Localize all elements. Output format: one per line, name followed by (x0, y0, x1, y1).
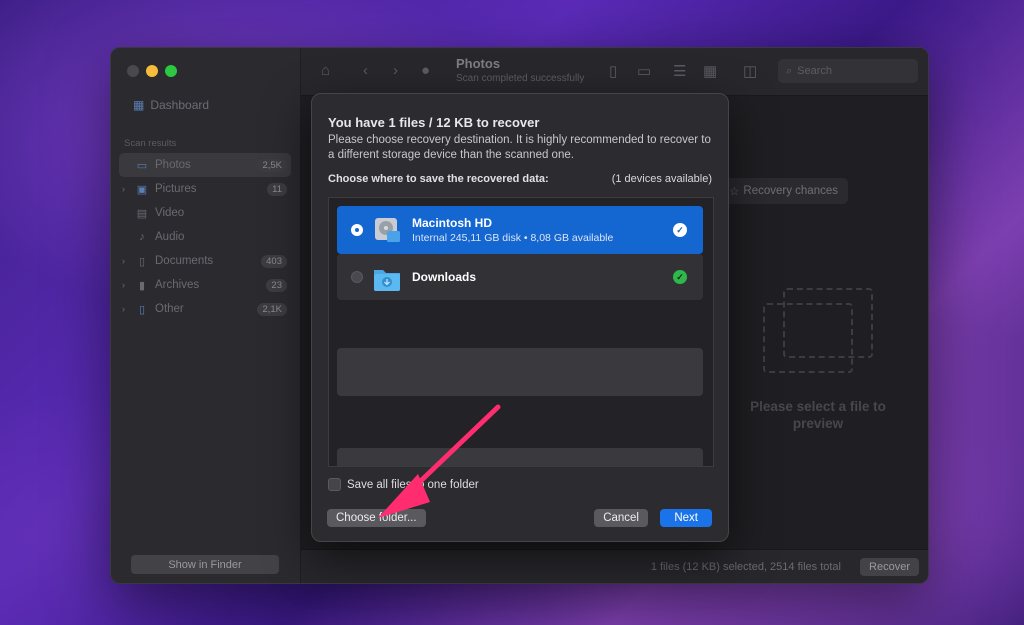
recovery-destination-dialog: You have 1 files / 12 KB to recover Plea… (311, 93, 729, 542)
grid-view-icon[interactable]: ▦ (703, 62, 717, 80)
sidebar-item-photos[interactable]: ▭ Photos 2,5K (119, 153, 291, 177)
dialog-title: You have 1 files / 12 KB to recover (328, 115, 540, 130)
choose-folder-button[interactable]: Choose folder... (327, 509, 426, 527)
item-count-badge: 2,5K (257, 158, 287, 172)
hard-drive-icon: ▭ (136, 159, 148, 172)
status-bar: 1 files (12 KB) selected, 2514 files tot… (301, 549, 928, 583)
toolbar-subtitle: Scan completed successfully (456, 73, 585, 84)
item-count-badge: 11 (267, 182, 287, 196)
show-in-finder-button[interactable]: Show in Finder (131, 555, 279, 574)
toolbar-title: Photos (456, 56, 501, 71)
destination-radio[interactable] (351, 271, 363, 283)
sidebar-item-label: Audio (155, 231, 185, 243)
sidebar-item-label: Photos (155, 159, 191, 171)
sidebar-item-label: Other (155, 303, 184, 315)
selection-status: 1 files (12 KB) selected, 2514 files tot… (650, 561, 841, 573)
sidebar-item-audio[interactable]: ♪ Audio (119, 225, 291, 249)
sidebar-item-label: Pictures (155, 183, 197, 195)
chevron-right-icon[interactable]: › (122, 304, 125, 314)
file-view-icon[interactable]: ▯ (609, 62, 617, 80)
destination-name: Macintosh HD (412, 216, 493, 230)
sidebar-item-pictures[interactable]: › ▣ Pictures 11 (119, 177, 291, 201)
folder-view-icon[interactable]: ▭ (637, 62, 651, 80)
sidebar-item-other[interactable]: › ▯ Other 2,1K (119, 297, 291, 321)
checkmark-icon: ✓ (673, 223, 687, 237)
list-view-icon[interactable]: ☰ (673, 62, 686, 80)
empty-destination-slot (337, 448, 703, 466)
preview-empty-message: Please select a file to preview (750, 399, 886, 431)
sidebar-item-video[interactable]: ▤ Video (119, 201, 291, 225)
recover-button[interactable]: Recover (860, 558, 919, 576)
item-count-badge: 23 (266, 278, 287, 292)
dialog-description: Please choose recovery destination. It i… (328, 134, 711, 161)
preview-panel-icon[interactable]: ◫ (743, 62, 757, 80)
destination-list: Macintosh HD Internal 245,11 GB disk • 8… (328, 197, 714, 467)
destination-heading: Choose where to save the recovered data: (328, 173, 549, 185)
save-all-one-folder-option[interactable]: Save all files to one folder (328, 478, 479, 491)
devices-available-count: (1 devices available) (611, 173, 712, 185)
chevron-right-icon[interactable]: › (122, 256, 125, 266)
music-note-icon: ♪ (139, 231, 145, 243)
destination-name: Downloads (412, 270, 477, 284)
save-all-checkbox[interactable] (328, 478, 341, 491)
checkmark-circle-icon: ● (421, 62, 431, 79)
downloads-folder-icon (374, 270, 400, 291)
sidebar-item-dashboard[interactable]: ▦ Dashboard (133, 98, 209, 112)
scan-results-list: ▭ Photos 2,5K › ▣ Pictures 11 ▤ Video ♪ … (119, 153, 291, 321)
next-button[interactable]: Next (660, 509, 712, 527)
dashboard-label: Dashboard (150, 98, 210, 112)
chevron-right-icon[interactable]: › (122, 280, 125, 290)
forward-chevron-icon[interactable]: › (393, 62, 398, 79)
destination-radio[interactable] (351, 224, 363, 236)
green-checkmark-icon: ✓ (673, 270, 687, 284)
star-icon: ☆ (729, 186, 740, 198)
cancel-button[interactable]: Cancel (594, 509, 648, 527)
item-count-badge: 403 (261, 254, 287, 268)
minimize-window-button[interactable] (146, 65, 158, 77)
preview-placeholder-frame-back (763, 303, 853, 373)
sidebar-item-documents[interactable]: › ▯ Documents 403 (119, 249, 291, 273)
destination-detail: Internal 245,11 GB disk • 8,08 GB availa… (412, 232, 614, 244)
save-all-label: Save all files to one folder (347, 478, 479, 491)
toolbar: ⌂ ‹ › ● Photos Scan completed successful… (301, 48, 928, 96)
search-icon: ⌕ (786, 64, 793, 77)
archive-icon: ▮ (138, 279, 146, 292)
sidebar-item-label: Documents (155, 255, 214, 267)
empty-destination-slot (337, 348, 703, 396)
document-icon: ▯ (138, 255, 146, 268)
scan-results-heading: Scan results (124, 138, 177, 149)
destination-macintosh-hd[interactable]: Macintosh HD Internal 245,11 GB disk • 8… (337, 206, 703, 254)
search-placeholder: Search (797, 65, 833, 77)
maximize-window-button[interactable] (165, 65, 177, 77)
file-icon: ▯ (138, 303, 146, 316)
sidebar-item-label: Video (155, 207, 185, 219)
chevron-right-icon[interactable]: › (122, 184, 125, 194)
picture-icon: ▣ (136, 183, 148, 196)
grid-icon: ▦ (133, 98, 145, 112)
sidebar: ▦ Dashboard Scan results ▭ Photos 2,5K ›… (111, 48, 301, 583)
hard-disk-icon (375, 218, 400, 242)
film-icon: ▤ (136, 207, 148, 220)
search-field[interactable]: ⌕ Search (778, 59, 918, 83)
close-window-button[interactable] (127, 65, 139, 77)
back-chevron-icon[interactable]: ‹ (363, 62, 368, 79)
recovery-chances-button[interactable]: ☆ Recovery chances (719, 178, 848, 204)
destination-downloads[interactable]: Downloads ✓ (337, 254, 703, 300)
sidebar-item-label: Archives (155, 279, 200, 291)
window-controls (127, 65, 177, 77)
recovery-chances-label: Recovery chances (743, 185, 838, 197)
home-icon[interactable]: ⌂ (321, 62, 330, 79)
item-count-badge: 2,1K (257, 302, 287, 316)
sidebar-item-archives[interactable]: › ▮ Archives 23 (119, 273, 291, 297)
